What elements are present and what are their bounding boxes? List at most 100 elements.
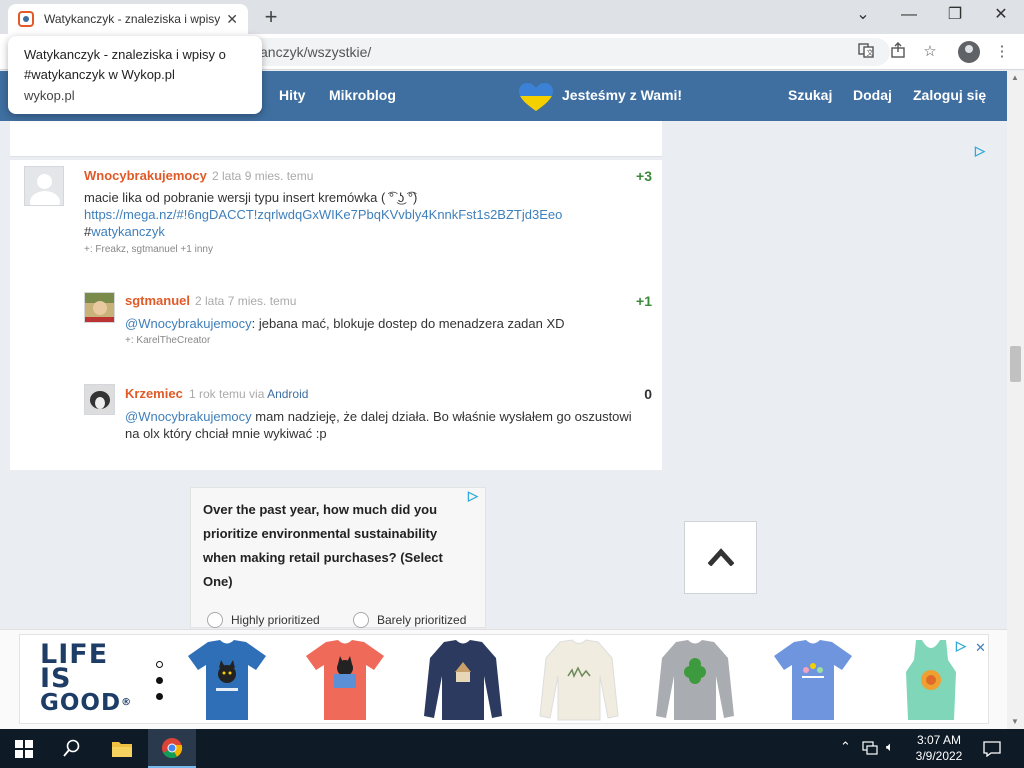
carousel-dot[interactable] [156, 693, 163, 700]
comment-link[interactable]: https://mega.nz/#!6ngDACCT!zqrlwdqGxWIKe… [84, 206, 644, 223]
comment-author[interactable]: sgtmanuel [125, 293, 190, 308]
avatar[interactable] [84, 292, 115, 323]
comment-score[interactable]: +3 [636, 168, 652, 184]
folder-icon [112, 742, 132, 757]
blue-cat-tee-image[interactable] [186, 638, 268, 722]
profile-avatar-icon[interactable] [958, 41, 980, 63]
banner-ad: LIFE IS GOOD® ▷ ✕ [0, 629, 1007, 729]
avatar[interactable] [24, 166, 64, 206]
browser-tab-strip: Watykanczyk - znaleziska i wpisy ✕ + ⌄ —… [0, 0, 1024, 34]
svg-text:文: 文 [867, 48, 874, 57]
close-ad-icon[interactable]: ✕ [975, 640, 986, 656]
survey-option[interactable]: Highly prioritized [231, 613, 320, 627]
clock-date: 3/9/2022 [915, 749, 963, 763]
minimize-button[interactable]: — [886, 0, 932, 30]
tooltip-title-line1: Watykanczyk - znaleziska i wpisy o [24, 47, 226, 62]
avatar[interactable] [84, 384, 115, 415]
comment-text-line2: na olx który chciał mnie wykiwać :p [125, 426, 327, 441]
adchoices-icon[interactable]: ▷ [468, 488, 478, 504]
registered-mark: ® [121, 697, 133, 708]
browser-menu-icon[interactable]: ⋮ [992, 42, 1012, 62]
comment-score[interactable]: 0 [644, 386, 652, 402]
carousel-dot[interactable] [156, 661, 163, 668]
comment-body: @Wnocybrakujemocy mam nadzieję, że dalej… [125, 408, 655, 442]
scroll-down-arrow-icon[interactable]: ▼ [1011, 717, 1019, 726]
tooltip-domain: wykop.pl [24, 88, 75, 103]
nav-szukaj[interactable]: Szukaj [788, 87, 832, 103]
volume-icon[interactable]: 🔈︎ [886, 739, 894, 755]
navy-longsleeve-image[interactable] [422, 638, 504, 722]
restore-button[interactable]: ❐ [932, 0, 978, 30]
cream-longsleeve-image[interactable] [538, 638, 620, 722]
comment-author[interactable]: Wnocybrakujemocy [84, 168, 207, 183]
chrome-taskbar-button[interactable] [148, 729, 196, 768]
adchoices-icon[interactable]: ▷ [975, 143, 985, 159]
survey-question: Over the past year, how much did you pri… [203, 502, 443, 589]
brand-logo[interactable]: LIFE IS GOOD® [40, 641, 150, 716]
translate-icon[interactable]: 文 [856, 42, 876, 62]
comment-mention[interactable]: @Wnocybrakujemocy [125, 409, 252, 424]
comment-text: mam nadzieję, że dalej działa. Bo właśni… [251, 409, 632, 424]
periwinkle-tee-image[interactable] [772, 638, 854, 722]
nav-dodaj[interactable]: Dodaj [853, 87, 892, 103]
windows-logo-icon [15, 740, 33, 758]
tab-close-icon[interactable]: ✕ [226, 11, 238, 28]
banner-ad-content[interactable]: LIFE IS GOOD® ▷ ✕ [19, 634, 989, 724]
chevron-up-icon [708, 548, 734, 566]
nav-mikroblog[interactable]: Mikroblog [329, 87, 396, 103]
page-scrollbar[interactable]: ▲ ▼ [1007, 71, 1024, 729]
network-icon[interactable] [862, 741, 878, 755]
voters-list[interactable]: +: KarelTheCreator [125, 335, 210, 346]
tag-link[interactable]: watykanczyk [91, 224, 165, 239]
comment-text: : jebana mać, blokuje dostep do menadzer… [251, 316, 565, 331]
comment-tag[interactable]: #watykanczyk [84, 223, 644, 240]
comment-time[interactable]: 1 rok temu [189, 387, 246, 401]
entry-comments-card: Wnocybrakujemocy 2 lata 9 mies. temu +3 … [10, 160, 662, 470]
comment-via: via [249, 387, 265, 401]
survey-option[interactable]: Barely prioritized [377, 613, 466, 627]
share-icon[interactable] [888, 42, 908, 62]
option-radio[interactable] [353, 612, 369, 628]
brand-line3: GOOD [40, 690, 122, 716]
system-clock[interactable]: 3:07 AM 3/9/2022 [910, 732, 968, 764]
voters-list[interactable]: +: Freakz, sgtmanuel +1 inny [84, 244, 213, 255]
browser-tab[interactable]: Watykanczyk - znaleziska i wpisy ✕ [8, 4, 248, 34]
nav-hity[interactable]: Hity [279, 87, 305, 103]
file-explorer-button[interactable] [98, 729, 146, 768]
carousel-dot[interactable] [156, 677, 163, 684]
new-tab-button[interactable]: + [258, 4, 284, 30]
show-hidden-icons-icon[interactable]: ⌃ [840, 739, 851, 755]
bookmark-star-icon[interactable]: ☆ [920, 42, 940, 62]
tab-hover-card: Watykanczyk - znaleziska i wpisy o #waty… [8, 36, 262, 114]
comment-via-app[interactable]: Android [267, 387, 308, 401]
comment-time[interactable]: 2 lata 9 mies. temu [212, 169, 313, 183]
windows-taskbar: ⌃ 🔈︎ 3:07 AM 3/9/2022 [0, 729, 1024, 768]
notifications-icon[interactable] [983, 741, 1001, 757]
comment-time[interactable]: 2 lata 7 mies. temu [195, 294, 296, 308]
comment-score[interactable]: +1 [636, 293, 652, 309]
close-window-button[interactable]: ✕ [978, 0, 1024, 30]
scrollbar-thumb[interactable] [1010, 346, 1021, 382]
comment-author[interactable]: Krzemiec [125, 386, 183, 401]
nav-zaloguj[interactable]: Zaloguj się [913, 87, 986, 103]
gray-clover-longsleeve-image[interactable] [654, 638, 736, 722]
chrome-icon [162, 738, 183, 759]
comment-body: @Wnocybrakujemocy: jebana mać, blokuje d… [125, 315, 645, 332]
coral-cat-book-tee-image[interactable] [304, 638, 386, 722]
url-text[interactable]: anczyk/wszystkie/ [260, 44, 371, 60]
option-radio[interactable] [207, 612, 223, 628]
search-button[interactable] [48, 729, 96, 768]
scroll-up-arrow-icon[interactable]: ▲ [1011, 73, 1019, 82]
wykop-favicon [18, 11, 34, 27]
survey-ad: Over the past year, how much did you pri… [190, 487, 486, 628]
search-icon [63, 739, 80, 757]
scroll-to-top-button[interactable] [684, 521, 757, 594]
solidarity-text[interactable]: Jesteśmy z Wami! [562, 87, 682, 103]
comment-mention[interactable]: @Wnocybrakujemocy [125, 316, 252, 331]
tooltip-title-line2: #watykanczyk w Wykop.pl [24, 67, 175, 82]
clock-time: 3:07 AM [916, 733, 962, 747]
tab-title: Watykanczyk - znaleziska i wpisy [44, 12, 221, 26]
start-button[interactable] [0, 729, 48, 768]
adchoices-icon[interactable]: ▷ [956, 638, 966, 654]
tab-search-button[interactable]: ⌄ [840, 0, 886, 30]
